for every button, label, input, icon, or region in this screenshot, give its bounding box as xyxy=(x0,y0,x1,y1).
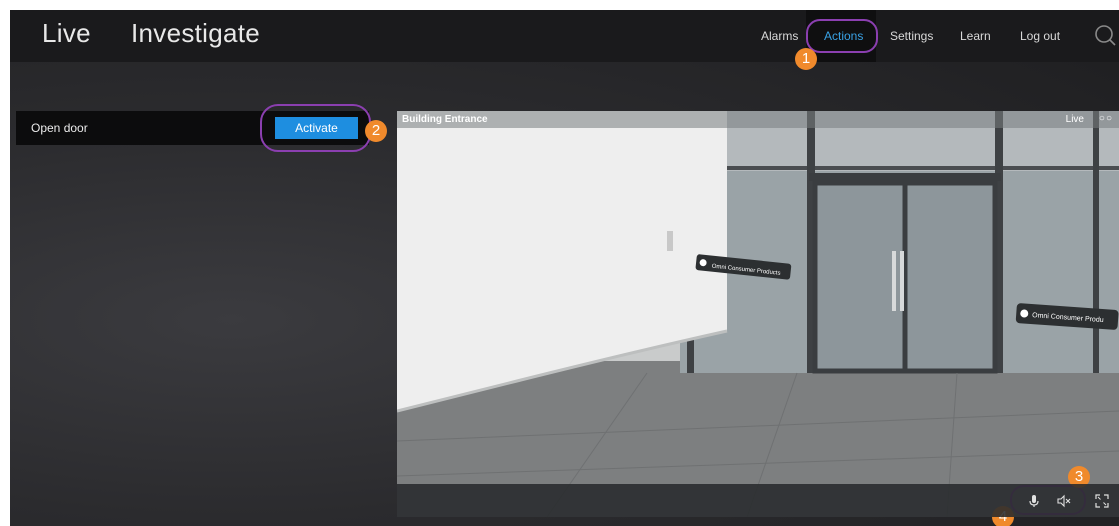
camera-title: Building Entrance xyxy=(402,114,488,125)
callout-ring-actions xyxy=(806,19,878,53)
camera-live-status: Live xyxy=(1065,114,1084,125)
callout-badge-1: 1 xyxy=(795,48,817,70)
top-navigation-bar: Live Investigate Alarms Actions Settings… xyxy=(10,10,1119,62)
app-window: Live Investigate Alarms Actions Settings… xyxy=(10,10,1119,526)
camera-control-bar xyxy=(397,484,1119,517)
search-icon[interactable] xyxy=(1094,24,1116,46)
callout-ring-activate xyxy=(260,104,371,152)
camera-video-frame: Omni Consumer Products Omni Consumer Pro… xyxy=(397,111,1119,517)
nav-settings[interactable]: Settings xyxy=(890,29,933,43)
camera-view-tile[interactable]: Building Entrance Live ○○ Omni Consumer … xyxy=(397,111,1119,517)
nav-logout[interactable]: Log out xyxy=(1020,29,1060,43)
speaker-muted-icon[interactable] xyxy=(1056,493,1072,509)
nav-alarms[interactable]: Alarms xyxy=(761,29,798,43)
camera-header: Building Entrance Live ○○ xyxy=(397,111,1119,128)
callout-badge-2: 2 xyxy=(365,120,387,142)
nav-investigate[interactable]: Investigate xyxy=(131,18,260,49)
microphone-icon[interactable] xyxy=(1026,493,1042,509)
nav-live[interactable]: Live xyxy=(42,18,91,49)
camera-menu-icon[interactable]: ○○ xyxy=(1099,113,1113,124)
fullscreen-icon[interactable] xyxy=(1094,493,1110,509)
action-label: Open door xyxy=(31,121,88,135)
nav-learn[interactable]: Learn xyxy=(960,29,991,43)
